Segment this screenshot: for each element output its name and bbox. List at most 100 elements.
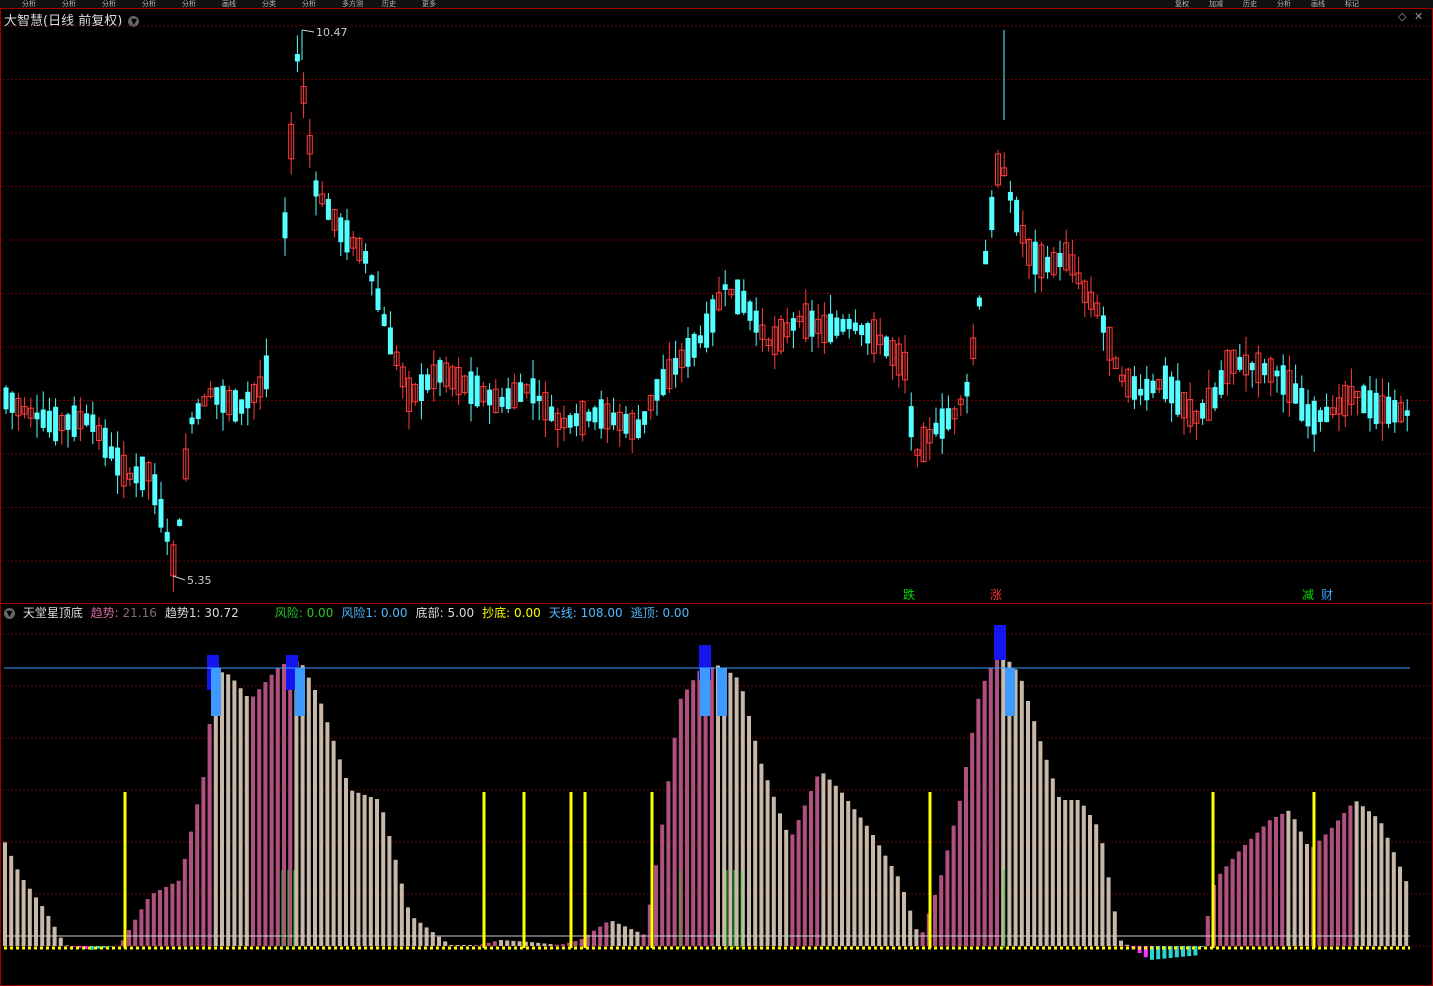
candle-body: [1249, 362, 1255, 371]
trend-bar: [790, 834, 795, 946]
top-cap: [994, 625, 1006, 660]
trend-bar: [771, 796, 776, 946]
sky-bar: [1005, 668, 1015, 716]
candle-body: [741, 290, 747, 313]
trend-bar: [877, 845, 882, 946]
candle-body: [1138, 388, 1144, 396]
candle-body: [691, 333, 697, 358]
trend-bar: [1379, 823, 1384, 946]
trend-bar: [151, 893, 156, 946]
candle-body: [139, 456, 145, 491]
trend-bar: [1398, 866, 1402, 946]
candle-body: [381, 314, 387, 327]
trend-bar: [499, 940, 503, 946]
candle-body: [1274, 370, 1280, 377]
trend-bar: [34, 897, 38, 946]
candle-body: [1131, 376, 1137, 400]
sky-bar: [295, 668, 305, 716]
trend-bar: [536, 942, 541, 946]
candle-body: [53, 406, 59, 442]
trend-bar: [158, 890, 162, 946]
candle-body: [1311, 400, 1317, 435]
trend-bar: [815, 776, 820, 946]
trend-bar: [908, 910, 913, 946]
candle-body: [1162, 365, 1168, 400]
trend-bar: [492, 941, 497, 946]
trend-bar: [145, 899, 150, 946]
trend-bar: [127, 930, 131, 946]
trend-bar: [1094, 824, 1099, 946]
trend-bar: [356, 792, 361, 946]
candle-body: [1057, 252, 1063, 268]
trend-bar: [976, 698, 981, 946]
candle-body: [518, 382, 524, 402]
trend-bar: [995, 656, 999, 946]
trend-bar: [685, 689, 689, 946]
candle-body: [549, 406, 555, 421]
trend-bar: [461, 945, 466, 946]
candle-body: [1014, 199, 1020, 233]
trend-bar: [734, 677, 739, 946]
candle-body: [1218, 370, 1224, 395]
candle-body: [46, 410, 52, 433]
trend-bar: [530, 942, 534, 946]
trend-bar: [982, 680, 987, 946]
trend-bar: [1050, 778, 1055, 946]
trend-bar: [864, 825, 869, 946]
trend-bar: [573, 941, 578, 946]
candle-body: [425, 374, 431, 391]
trend-bar: [207, 724, 212, 946]
trend-bar: [288, 662, 293, 946]
candle-body: [1175, 380, 1181, 415]
trend-bar: [1317, 840, 1322, 946]
trend-bar: [201, 777, 206, 946]
trend-bar: [375, 799, 379, 946]
candle-body: [1150, 380, 1156, 394]
trend-bar: [554, 944, 559, 946]
trend-bar: [1205, 916, 1210, 946]
trend-bar: [1255, 832, 1260, 946]
candle-body: [189, 417, 195, 425]
trend-bar: [846, 800, 851, 946]
trend-bar: [827, 779, 832, 946]
sky-bar: [717, 668, 727, 716]
trend-bar: [189, 831, 193, 946]
candle-body: [908, 406, 914, 438]
trend-bar: [933, 895, 937, 946]
trend-bar: [3, 842, 7, 946]
low-price-label: 5.35: [187, 574, 212, 587]
candle-body: [294, 54, 300, 62]
candle-body: [623, 413, 629, 434]
candle-body: [1373, 392, 1379, 425]
trend-bar: [443, 941, 448, 946]
chart-canvas[interactable]: 10.47 5.35: [0, 0, 1433, 986]
trend-bar: [9, 855, 14, 946]
candle-body: [239, 399, 245, 414]
candle-body: [474, 375, 480, 407]
candle-body: [865, 323, 871, 344]
trend-bar: [1063, 800, 1068, 946]
candle-body: [387, 327, 393, 355]
trend-bar: [40, 906, 45, 946]
candle-body: [158, 498, 164, 528]
trend-bar: [852, 809, 857, 946]
trend-bar: [517, 941, 522, 946]
candle-body: [344, 220, 350, 253]
trend-bar: [951, 825, 956, 946]
trend-bar: [244, 696, 249, 946]
trend-bar: [1329, 827, 1334, 946]
candle-body: [1367, 390, 1373, 419]
trend-bar: [672, 737, 677, 946]
trend-bar: [1354, 801, 1359, 946]
candle-body: [567, 415, 573, 428]
candle-body: [697, 335, 703, 344]
trend-bar: [449, 945, 454, 946]
candle-body: [883, 336, 889, 357]
trend-bar: [1274, 817, 1278, 946]
trend-bar: [1360, 806, 1365, 946]
candle-body: [964, 381, 970, 397]
trend-bar: [1249, 838, 1254, 946]
candle-body: [790, 318, 796, 331]
trend-bar: [1224, 866, 1229, 946]
trend-bar: [1088, 815, 1092, 946]
